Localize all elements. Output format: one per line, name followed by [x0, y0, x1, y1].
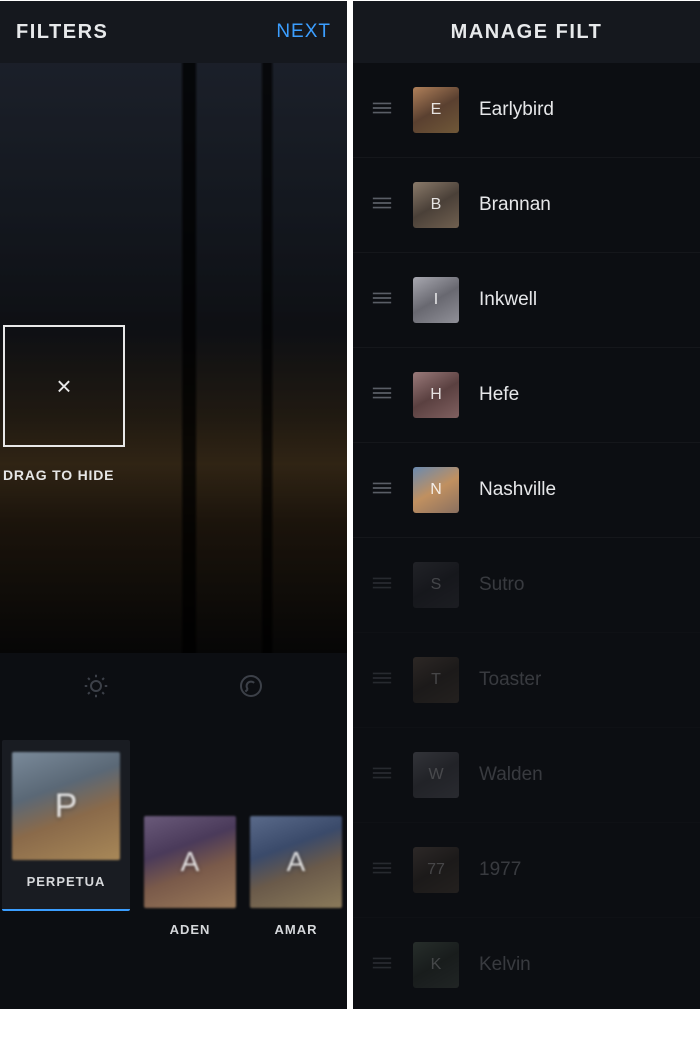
filter-thumbnail: N [413, 467, 459, 513]
filter-name: 1977 [479, 859, 521, 881]
filter-row[interactable]: E Earlybird [353, 63, 700, 158]
filter-thumbnail: W [413, 752, 459, 798]
filter-label: ADEN [170, 922, 211, 937]
filter-name: Toaster [479, 669, 541, 691]
filter-name: Brannan [479, 194, 551, 216]
filter-name: Inkwell [479, 289, 537, 311]
filter-label: AMAR [275, 922, 318, 937]
filter-row[interactable]: W Walden [353, 728, 700, 823]
filter-name: Kelvin [479, 954, 531, 976]
filter-thumbnail: K [413, 942, 459, 988]
filter-thumbnail: P [12, 752, 120, 860]
drag-handle-icon[interactable] [371, 480, 393, 501]
filter-thumbnail: 77 [413, 847, 459, 893]
filter-row[interactable]: I Inkwell [353, 253, 700, 348]
drag-handle-icon[interactable] [371, 100, 393, 121]
filters-screen: FILTERS NEXT × DRAG TO HIDE PPERPETUAAAD… [0, 1, 347, 1009]
filter-thumbnail: T [413, 657, 459, 703]
filter-key: A [181, 846, 200, 878]
manage-filters-screen: MANAGE FILT E Earlybird B Brannan I Inkwell HH… [353, 1, 700, 1009]
filter-name: Hefe [479, 384, 519, 406]
drag-handle-icon[interactable] [371, 195, 393, 216]
drag-handle-icon[interactable] [371, 575, 393, 596]
filter-thumbnail: I [413, 277, 459, 323]
drag-handle-icon[interactable] [371, 860, 393, 881]
filter-row[interactable]: K Kelvin [353, 918, 700, 1009]
filter-thumbnail: H [413, 372, 459, 418]
drag-handle-icon[interactable] [371, 385, 393, 406]
filter-row[interactable]: H Hefe [353, 348, 700, 443]
tool-row [0, 653, 347, 719]
manage-header: MANAGE FILT [353, 1, 700, 63]
filter-card[interactable]: A AMAR [250, 816, 342, 949]
filter-thumbnail: E [413, 87, 459, 133]
drag-handle-icon[interactable] [371, 290, 393, 311]
page-title: FILTERS [16, 21, 108, 44]
filter-name: Earlybird [479, 99, 554, 121]
drag-handle-icon[interactable] [371, 670, 393, 691]
filter-thumbnail: B [413, 182, 459, 228]
lux-icon[interactable] [80, 670, 112, 702]
filter-label: PERPETUA [27, 874, 106, 889]
filter-name: Walden [479, 764, 543, 786]
filter-key: P [55, 787, 78, 826]
close-icon: × [56, 371, 71, 402]
drag-handle-icon[interactable] [371, 955, 393, 976]
filter-row[interactable]: S Sutro [353, 538, 700, 633]
filter-row[interactable]: B Brannan [353, 158, 700, 253]
filter-card[interactable]: P PERPETUA [2, 740, 130, 911]
filter-name: Nashville [479, 479, 556, 501]
filter-row[interactable]: 77 1977 [353, 823, 700, 918]
filter-name: Sutro [479, 574, 524, 596]
drag-handle-icon[interactable] [371, 765, 393, 786]
next-button[interactable]: NEXT [276, 21, 331, 43]
filter-row[interactable]: T Toaster [353, 633, 700, 728]
filter-thumbnail: A [144, 816, 236, 908]
photo-preview[interactable]: × DRAG TO HIDE [0, 63, 347, 653]
filter-strip[interactable]: P PERPETUA A ADEN A AMAR [0, 719, 347, 949]
drag-to-hide-label: DRAG TO HIDE [3, 467, 114, 483]
filter-row[interactable]: N Nashville [353, 443, 700, 538]
filter-key: A [287, 846, 306, 878]
hide-dropzone[interactable]: × [3, 325, 125, 447]
filter-thumbnail: S [413, 562, 459, 608]
filter-list[interactable]: E Earlybird B Brannan I Inkwell H Hefe N Nashvill… [353, 63, 700, 1009]
tools-icon[interactable] [235, 670, 267, 702]
filter-card[interactable]: A ADEN [144, 816, 236, 949]
filter-thumbnail: A [250, 816, 342, 908]
page-title: MANAGE FILT [369, 21, 684, 44]
filters-header: FILTERS NEXT [0, 1, 347, 63]
